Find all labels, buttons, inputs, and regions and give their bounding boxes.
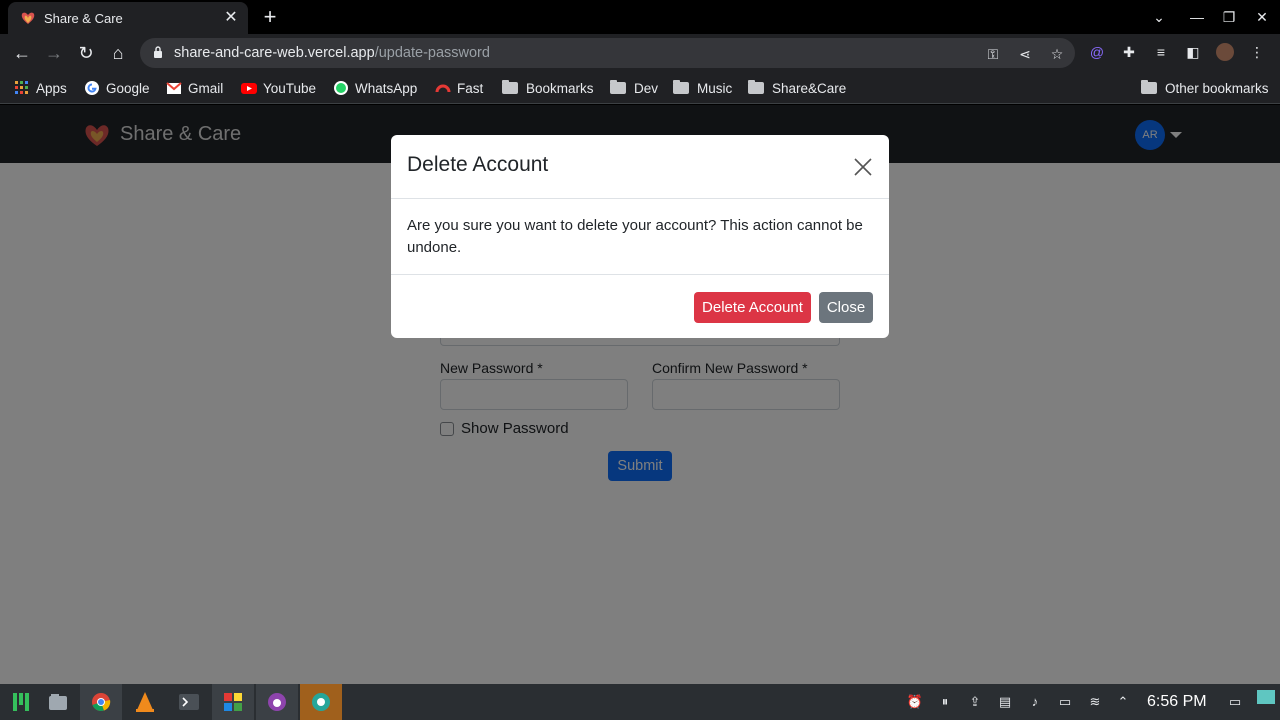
restore-icon[interactable]: ❐: [1218, 6, 1240, 28]
google-icon: [85, 81, 99, 95]
bookmark-whatsapp[interactable]: WhatsApp: [333, 78, 417, 98]
folder-icon: [502, 80, 518, 94]
password-key-icon[interactable]: ⚿: [985, 46, 1001, 62]
github-desktop-icon[interactable]: [256, 684, 298, 720]
file-manager-icon[interactable]: [37, 684, 79, 720]
bookmark-folder-bookmarks[interactable]: Bookmarks: [502, 78, 594, 98]
software-center-icon[interactable]: [212, 684, 254, 720]
os-taskbar: ⏰ ⏸ ⇪ ▤ ♪ ▭ ≋ ⌃ 6:56 PM ▭: [0, 684, 1280, 720]
folder-icon: [748, 80, 764, 94]
pause-icon[interactable]: ⏸: [936, 694, 954, 710]
tab-close-icon[interactable]: ✕: [222, 9, 240, 27]
bookmark-folder-music[interactable]: Music: [673, 78, 732, 98]
alarm-icon[interactable]: ⏰: [906, 694, 924, 710]
folder-icon: [1141, 80, 1157, 94]
bookmark-google[interactable]: Google: [84, 78, 150, 98]
bookmark-label: Dev: [634, 80, 659, 96]
bookmark-label: Google: [106, 80, 150, 96]
update-icon[interactable]: ⇪: [966, 694, 984, 710]
web-page: Share & Care AR New Password * Confirm N…: [0, 105, 1280, 684]
terminal-icon[interactable]: [168, 684, 210, 720]
bookmark-label: Fast: [457, 80, 484, 96]
close-icon[interactable]: [853, 157, 873, 177]
window-close-icon[interactable]: ✕: [1251, 6, 1273, 28]
extensions-puzzle-icon[interactable]: ✚: [1120, 43, 1138, 61]
tab-search-icon[interactable]: ⌄: [1148, 6, 1170, 28]
delete-account-button[interactable]: Delete Account: [694, 292, 811, 323]
extension-icon[interactable]: @: [1088, 43, 1106, 61]
folder-icon: [673, 80, 689, 94]
bookmark-label: Other bookmarks: [1165, 80, 1269, 96]
volume-icon[interactable]: ♪: [1026, 694, 1044, 710]
bookmark-label: Share&Care: [772, 80, 847, 96]
url-host: share-and-care-web.vercel.app: [174, 45, 375, 61]
bookmark-youtube[interactable]: YouTube: [241, 78, 316, 98]
gmail-icon: [166, 82, 182, 94]
site-favicon-icon: [21, 12, 35, 24]
bookmark-label: Music: [697, 80, 733, 96]
tray-expand-icon[interactable]: ⌃: [1114, 694, 1132, 710]
apps-grid-icon: [15, 81, 28, 94]
reload-icon[interactable]: ↻: [74, 42, 98, 64]
minimize-icon[interactable]: —: [1186, 6, 1208, 28]
tab-strip: Share & Care ✕ + ⌄ — ❐ ✕: [0, 0, 1280, 34]
browser-toolbar: ← → ↻ ⌂ share-and-care-web.vercel.app/up…: [0, 34, 1280, 72]
bookmark-label: Apps: [36, 80, 67, 96]
media-control-icon[interactable]: ≡: [1152, 43, 1170, 61]
forward-icon[interactable]: →: [42, 42, 66, 64]
modal-footer: Delete Account Close: [391, 274, 889, 338]
vlc-icon[interactable]: [124, 684, 166, 720]
bookmark-label: Gmail: [188, 80, 224, 96]
profile-avatar-icon[interactable]: [1216, 43, 1234, 61]
bookmark-label: WhatsApp: [355, 80, 418, 96]
side-panel-icon[interactable]: ◧: [1184, 43, 1202, 61]
browser-tab[interactable]: Share & Care ✕: [8, 2, 248, 34]
url-path: /update-password: [374, 45, 490, 61]
modal-body-text: Are you sure you want to delete your acc…: [407, 217, 863, 256]
clock[interactable]: 6:56 PM: [1147, 693, 1207, 711]
bookmark-folder-dev[interactable]: Dev: [610, 78, 658, 98]
modal-title: Delete Account: [407, 153, 549, 176]
bookmark-label: YouTube: [263, 80, 317, 96]
bookmark-apps[interactable]: Apps: [14, 78, 67, 98]
address-bar[interactable]: share-and-care-web.vercel.app/update-pas…: [140, 38, 1075, 68]
folder-icon: [610, 80, 626, 94]
desktop-peek-icon[interactable]: [1257, 690, 1275, 704]
modal-header: Delete Account: [391, 135, 889, 199]
app-launcher-icon[interactable]: [0, 684, 42, 720]
new-tab-icon[interactable]: +: [258, 6, 282, 30]
lock-icon: [154, 46, 162, 58]
close-button[interactable]: Close: [819, 292, 873, 323]
bookmark-fast[interactable]: Fast: [435, 78, 483, 98]
youtube-icon: [241, 83, 257, 94]
clipboard-icon[interactable]: ▤: [996, 694, 1014, 710]
bookmark-gmail[interactable]: Gmail: [166, 78, 223, 98]
other-bookmarks[interactable]: Other bookmarks: [1141, 78, 1269, 98]
bookmark-star-icon[interactable]: ☆: [1049, 46, 1065, 62]
whatsapp-icon: [334, 81, 348, 95]
menu-kebab-icon[interactable]: ⋮: [1248, 43, 1266, 61]
screenshot-tool-icon[interactable]: [300, 684, 342, 720]
wifi-icon[interactable]: ≋: [1086, 694, 1104, 710]
share-icon[interactable]: ⋖: [1017, 46, 1033, 62]
bookmark-label: Bookmarks: [526, 80, 594, 96]
bookmarks-bar: Apps Google Gmail YouTube WhatsApp Fast …: [0, 72, 1280, 104]
bookmark-folder-share-care[interactable]: Share&Care: [748, 78, 846, 98]
tab-title: Share & Care: [44, 10, 123, 26]
back-icon[interactable]: ←: [10, 42, 34, 64]
chrome-icon[interactable]: [80, 684, 122, 720]
battery-icon[interactable]: ▭: [1056, 694, 1074, 710]
show-desktop-icon[interactable]: ▭: [1226, 694, 1244, 710]
home-icon[interactable]: ⌂: [106, 42, 130, 64]
delete-account-modal: Delete Account Are you sure you want to …: [391, 135, 889, 338]
speedometer-icon: [435, 84, 451, 93]
